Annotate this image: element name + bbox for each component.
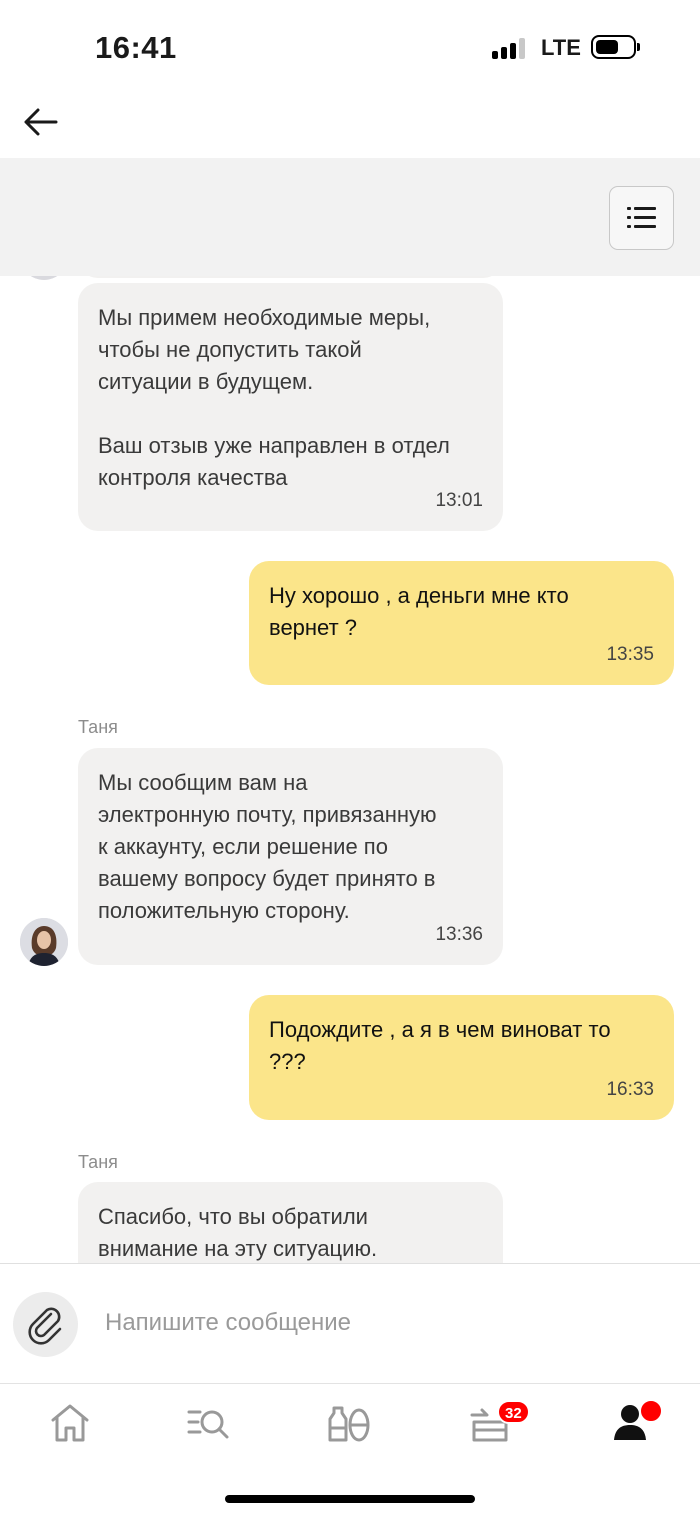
- home-icon: [51, 1404, 89, 1442]
- message-input[interactable]: [100, 1298, 660, 1348]
- status-time: 16:41: [95, 30, 177, 65]
- menu-button[interactable]: [609, 186, 674, 250]
- message-time: 13:36: [435, 924, 483, 945]
- paperclip-icon: [28, 1307, 62, 1345]
- battery-icon: [591, 35, 640, 59]
- message-composer: [0, 1263, 700, 1383]
- nav-products[interactable]: [320, 1398, 380, 1448]
- attach-button[interactable]: [13, 1292, 78, 1357]
- list-icon: [627, 207, 656, 228]
- operator-avatar[interactable]: [20, 918, 68, 966]
- message-text: Спасибо, что вы обратили внимание на эту…: [98, 1204, 378, 1261]
- signal-icon: [492, 37, 530, 59]
- products-icon: [328, 1406, 370, 1442]
- message-time: 13:01: [435, 490, 483, 511]
- cart-count-badge: 32: [497, 1400, 530, 1424]
- nav-home[interactable]: [40, 1398, 100, 1448]
- message-outgoing[interactable]: Подождите , а я в чем виноват то ??? 16:…: [249, 995, 674, 1120]
- message-text: Ну хорошо , а деньги мне кто вернет ?: [269, 583, 569, 640]
- message-text: Подождите , а я в чем виноват то ???: [269, 1017, 611, 1074]
- message-text: Мы примем необходимые меры, чтобы не доп…: [98, 305, 450, 490]
- avatar-image: [20, 918, 68, 966]
- message-outgoing[interactable]: Ну хорошо , а деньги мне кто вернет ? 13…: [249, 561, 674, 685]
- message-incoming[interactable]: Мы примем необходимые меры, чтобы не доп…: [78, 283, 503, 531]
- chat-messages[interactable]: Мы примем необходимые меры, чтобы не доп…: [0, 276, 700, 1263]
- chat-toolbar: [0, 158, 700, 276]
- network-type: LTE: [541, 35, 581, 60]
- message-incoming[interactable]: Мы сообщим вам на электронную почту, при…: [78, 748, 503, 965]
- nav-catalog[interactable]: [180, 1398, 240, 1448]
- sender-name: Таня: [78, 1152, 118, 1172]
- status-bar: 16:41 LTE: [0, 0, 700, 95]
- arrow-left-icon: [24, 108, 58, 136]
- message-time: 13:35: [606, 644, 654, 665]
- message-partial: [78, 276, 503, 278]
- catalog-search-icon: [187, 1410, 229, 1439]
- profile-notification-dot: [639, 1399, 663, 1423]
- message-incoming[interactable]: Спасибо, что вы обратили внимание на эту…: [78, 1182, 503, 1263]
- message-time: 16:33: [606, 1079, 654, 1100]
- sender-name: Таня: [78, 717, 118, 737]
- message-text: Мы сообщим вам на электронную почту, при…: [98, 770, 437, 923]
- back-button[interactable]: [20, 100, 62, 144]
- avatar-partial: [20, 276, 68, 280]
- home-indicator[interactable]: [225, 1495, 475, 1503]
